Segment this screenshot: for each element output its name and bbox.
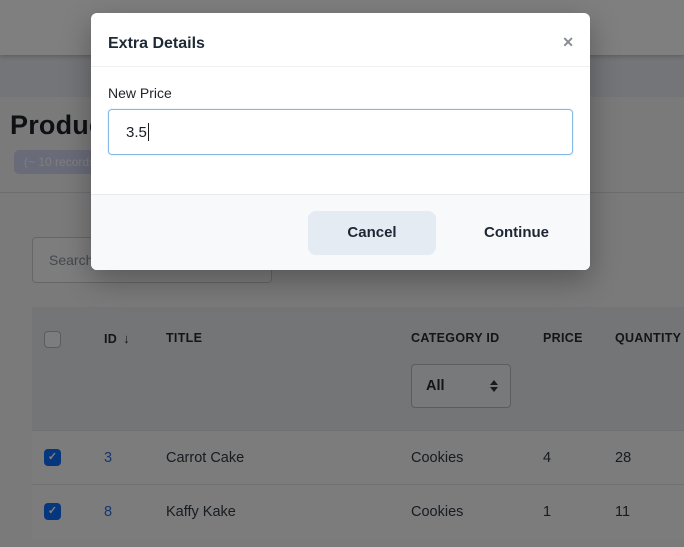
close-icon[interactable]: ✕ [562,35,574,49]
cancel-button[interactable]: Cancel [308,211,436,255]
dialog-footer: Cancel Continue [91,194,590,270]
app-window: Products (~ 10 records) ID↓ [0,0,684,547]
dialog-body: New Price 3.5 [91,67,590,155]
extra-details-dialog: Extra Details ✕ New Price 3.5 Cancel Con… [91,13,590,270]
dialog-header: Extra Details ✕ [91,13,590,67]
new-price-value: 3.5 [126,124,147,141]
new-price-label: New Price [108,85,573,101]
dialog-title: Extra Details [108,35,573,53]
new-price-input[interactable]: 3.5 [108,109,573,155]
continue-button[interactable]: Continue [460,211,573,255]
text-cursor [148,123,149,141]
